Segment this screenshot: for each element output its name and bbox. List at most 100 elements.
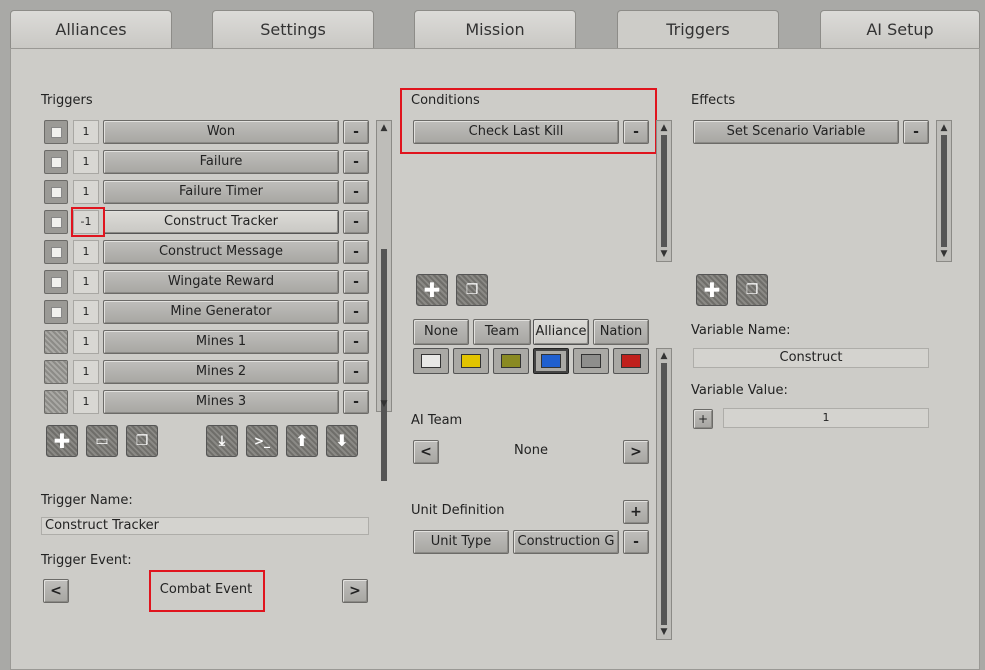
scroll-thumb[interactable] — [661, 363, 667, 625]
trigger-remove-button[interactable]: - — [343, 360, 369, 384]
trigger-item[interactable]: Construct Tracker — [103, 210, 339, 234]
move-down-icon[interactable]: ⬇ — [326, 425, 358, 457]
unit-type-button[interactable]: Unit Type — [413, 530, 509, 554]
trigger-remove-button[interactable]: - — [343, 330, 369, 354]
unit-definition-remove-button[interactable]: - — [623, 530, 649, 554]
effect-remove-button[interactable]: - — [903, 120, 929, 144]
trigger-count[interactable]: 1 — [73, 150, 99, 174]
unit-value-button[interactable]: Construction G — [513, 530, 619, 554]
trigger-count[interactable]: 1 — [73, 120, 99, 144]
trigger-checkbox[interactable] — [44, 240, 68, 264]
trigger-remove-button[interactable]: - — [343, 120, 369, 144]
scroll-thumb[interactable] — [661, 135, 667, 247]
trigger-count[interactable]: 1 — [73, 330, 99, 354]
move-up-icon[interactable]: ⬆ — [286, 425, 318, 457]
trigger-list-scrollbar[interactable]: ▲ ▼ — [376, 120, 392, 481]
color-swatch[interactable] — [413, 348, 449, 374]
ai-team-prev-button[interactable]: < — [413, 440, 439, 464]
trigger-item[interactable]: Mines 1 — [103, 330, 339, 354]
trigger-item[interactable]: Mine Generator — [103, 300, 339, 324]
trigger-checkbox[interactable] — [44, 120, 68, 144]
trigger-item[interactable]: Won — [103, 120, 339, 144]
folder-icon[interactable]: ▭ — [86, 425, 118, 457]
copy-effect-icon[interactable]: ❐ — [736, 274, 768, 306]
variable-name-field[interactable]: Construct — [693, 348, 929, 368]
variable-value-field[interactable]: 1 — [723, 408, 929, 428]
trigger-item[interactable]: Failure Timer — [103, 180, 339, 204]
trigger-checkbox[interactable] — [44, 330, 68, 354]
unit-definition-add-button[interactable]: + — [623, 500, 649, 524]
trigger-count[interactable]: 1 — [73, 300, 99, 324]
scroll-up-icon[interactable]: ▲ — [657, 122, 671, 134]
trigger-event-next-button[interactable]: > — [342, 579, 368, 603]
variable-value-increment-button[interactable]: + — [693, 409, 713, 429]
trigger-checkbox[interactable] — [44, 360, 68, 384]
trigger-count[interactable]: 1 — [73, 390, 99, 414]
tab-mission[interactable]: Mission — [414, 10, 576, 48]
conditions-highlight — [400, 88, 657, 154]
trigger-remove-button[interactable]: - — [343, 180, 369, 204]
add-condition-button[interactable]: ✚ — [416, 274, 448, 306]
effect-item-set-scenario-variable[interactable]: Set Scenario Variable — [693, 120, 899, 144]
team-nation-button[interactable]: Nation — [593, 319, 649, 345]
scroll-down-icon[interactable]: ▼ — [377, 398, 391, 410]
scroll-thumb[interactable] — [381, 249, 387, 481]
trigger-checkbox[interactable] — [44, 150, 68, 174]
trigger-name-label: Trigger Name: — [41, 493, 133, 508]
scroll-down-icon[interactable]: ▼ — [937, 248, 951, 260]
tab-triggers[interactable]: Triggers — [617, 10, 779, 50]
effects-scrollbar[interactable]: ▲ ▼ — [936, 120, 952, 262]
scroll-down-icon[interactable]: ▼ — [657, 626, 671, 638]
trigger-remove-button[interactable]: - — [343, 390, 369, 414]
trigger-remove-button[interactable]: - — [343, 270, 369, 294]
team-team-button[interactable]: Team — [473, 319, 531, 345]
tab-ai-setup[interactable]: AI Setup — [820, 10, 980, 48]
trigger-checkbox[interactable] — [44, 270, 68, 294]
color-swatch[interactable] — [493, 348, 529, 374]
condition-details-scrollbar[interactable]: ▲ ▼ — [656, 348, 672, 640]
trigger-remove-button[interactable]: - — [343, 210, 369, 234]
tab-alliances[interactable]: Alliances — [10, 10, 172, 48]
scroll-up-icon[interactable]: ▲ — [937, 122, 951, 134]
conditions-scrollbar[interactable]: ▲ ▼ — [656, 120, 672, 262]
copy-condition-icon[interactable]: ❐ — [456, 274, 488, 306]
scroll-up-icon[interactable]: ▲ — [657, 350, 671, 362]
import-icon[interactable]: ⤓ — [206, 425, 238, 457]
trigger-event-prev-button[interactable]: < — [43, 579, 69, 603]
color-swatch[interactable] — [573, 348, 609, 374]
color-swatch[interactable] — [453, 348, 489, 374]
trigger-item[interactable]: Construct Message — [103, 240, 339, 264]
trigger-remove-button[interactable]: - — [343, 240, 369, 264]
trigger-count[interactable]: 1 — [73, 180, 99, 204]
team-alliance-button[interactable]: Alliance — [533, 319, 589, 345]
trigger-checkbox[interactable] — [44, 300, 68, 324]
trigger-item[interactable]: Mines 2 — [103, 360, 339, 384]
trigger-count[interactable]: 1 — [73, 360, 99, 384]
trigger-item[interactable]: Failure — [103, 150, 339, 174]
copy-trigger-icon[interactable]: ❐ — [126, 425, 158, 457]
console-icon[interactable]: >_ — [246, 425, 278, 457]
trigger-count[interactable]: 1 — [73, 240, 99, 264]
add-trigger-button[interactable]: ✚ — [46, 425, 78, 457]
color-chip — [501, 354, 521, 368]
color-swatch[interactable] — [613, 348, 649, 374]
trigger-item[interactable]: Wingate Reward — [103, 270, 339, 294]
trigger-remove-button[interactable]: - — [343, 300, 369, 324]
tab-settings[interactable]: Settings — [212, 10, 374, 48]
scroll-thumb[interactable] — [941, 135, 947, 247]
scroll-down-icon[interactable]: ▼ — [657, 248, 671, 260]
color-chip — [581, 354, 601, 368]
trigger-count[interactable]: 1 — [73, 270, 99, 294]
effects-header: Effects — [691, 93, 736, 108]
color-swatch[interactable] — [533, 348, 569, 374]
trigger-name-field[interactable]: Construct Tracker — [41, 517, 369, 535]
ai-team-next-button[interactable]: > — [623, 440, 649, 464]
add-effect-button[interactable]: ✚ — [696, 274, 728, 306]
trigger-remove-button[interactable]: - — [343, 150, 369, 174]
team-none-button[interactable]: None — [413, 319, 469, 345]
trigger-checkbox[interactable] — [44, 180, 68, 204]
scroll-up-icon[interactable]: ▲ — [377, 122, 391, 134]
trigger-checkbox[interactable] — [44, 210, 68, 234]
trigger-item[interactable]: Mines 3 — [103, 390, 339, 414]
trigger-checkbox[interactable] — [44, 390, 68, 414]
